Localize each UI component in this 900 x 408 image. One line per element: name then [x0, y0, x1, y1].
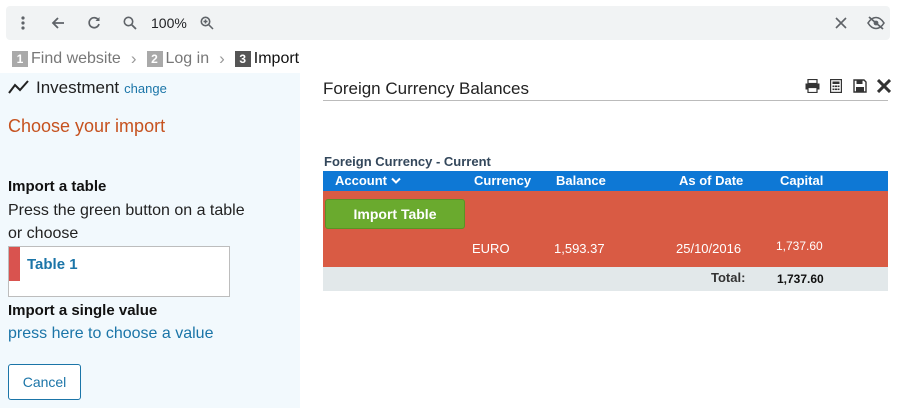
zoom-out-icon[interactable]	[120, 6, 140, 40]
column-header-as-of-date: As of Date	[679, 173, 744, 188]
chevron-down-icon	[391, 177, 401, 184]
table-caption: Foreign Currency - Current	[324, 154, 491, 169]
total-value: 1,737.60	[777, 272, 824, 286]
cancel-button[interactable]: Cancel	[8, 364, 81, 400]
import-sidebar: Investment change Choose your import Imp…	[0, 73, 300, 408]
table-item-label: Table 1	[27, 256, 78, 273]
step-label: Log in	[165, 50, 210, 67]
title-divider	[323, 100, 888, 101]
chevron-right-icon: ›	[219, 49, 225, 68]
chevron-right-icon: ›	[130, 49, 137, 68]
excel-icon[interactable]	[876, 78, 892, 94]
refresh-icon[interactable]	[84, 6, 104, 40]
zoom-level: 100%	[151, 15, 187, 31]
single-value-heading: Import a single value	[8, 302, 158, 319]
back-arrow-icon[interactable]	[48, 6, 68, 40]
investment-label: Investment	[36, 78, 120, 97]
breadcrumb-step-find-website[interactable]: 1 Find website	[12, 50, 121, 68]
column-header-balance: Balance	[556, 173, 606, 188]
table-marker	[9, 247, 20, 281]
print-icon[interactable]	[804, 78, 820, 94]
breadcrumb: 1 Find website › 2 Log in › 3 Import	[12, 48, 299, 70]
import-table-button[interactable]: Import Table	[325, 199, 465, 229]
trend-chart-icon	[8, 80, 29, 94]
browser-toolbar: 100%	[6, 6, 890, 40]
column-header-currency: Currency	[474, 173, 532, 188]
page-tools	[804, 78, 892, 94]
step-number: 2	[146, 51, 163, 67]
zoom-in-icon[interactable]	[197, 6, 217, 40]
total-label: Total:	[711, 270, 746, 285]
choose-import-title: Choose your import	[8, 116, 166, 136]
step-label: Find website	[31, 50, 121, 67]
import-table-desc: or choose	[8, 225, 79, 242]
table-header: Account Currency Balance As of Date Capi…	[323, 171, 888, 191]
step-number: 1	[12, 51, 28, 67]
table-list-item[interactable]: Table 1	[9, 247, 229, 281]
import-table-desc: Press the green button on a table	[8, 202, 245, 219]
investment-header: Investment change	[8, 77, 167, 98]
import-table-heading: Import a table	[8, 178, 107, 195]
change-link[interactable]: change	[124, 81, 167, 96]
cell-as-of-date: 25/10/2016	[676, 241, 742, 256]
column-header-label: Account	[335, 173, 387, 188]
table-list: Table 1	[8, 246, 230, 297]
hide-icon[interactable]	[865, 6, 887, 40]
column-header-account[interactable]: Account	[335, 173, 401, 188]
page-title: Foreign Currency Balances	[323, 79, 529, 98]
cell-currency: EURO	[472, 241, 510, 256]
column-header-capital: Capital	[780, 173, 824, 188]
choose-value-link[interactable]: press here to choose a value	[8, 325, 213, 343]
total-row: Total: 1,737.60	[323, 267, 888, 291]
save-icon[interactable]	[852, 78, 868, 94]
calculator-icon[interactable]	[828, 78, 844, 94]
breadcrumb-step-log-in[interactable]: 2 Log in	[146, 50, 210, 68]
cell-balance: 1,593.37	[554, 241, 605, 256]
close-icon[interactable]	[832, 6, 850, 40]
breadcrumb-step-import: 3 Import	[234, 50, 300, 68]
step-number: 3	[234, 51, 251, 67]
more-vert-icon[interactable]	[14, 6, 32, 40]
step-label: Import	[253, 50, 300, 67]
highlighted-table: Import Table EURO 1,593.37 25/10/2016 1,…	[323, 191, 888, 267]
cell-capital: 1,737.60	[776, 239, 823, 253]
